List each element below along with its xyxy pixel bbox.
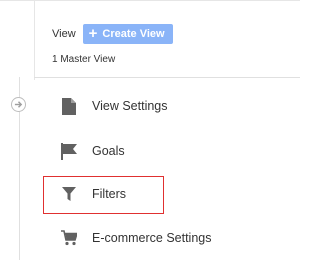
section-divider bbox=[34, 77, 300, 78]
filters-highlight-box bbox=[43, 176, 164, 214]
view-label: View bbox=[52, 28, 76, 40]
menu-item-label: E-commerce Settings bbox=[92, 231, 212, 245]
admin-view-panel: View + Create View 1 Master View View Se… bbox=[0, 0, 300, 260]
view-header-row: View + Create View bbox=[52, 24, 173, 44]
cart-icon bbox=[60, 229, 78, 247]
menu-item-label: Goals bbox=[92, 144, 125, 158]
create-view-button[interactable]: + Create View bbox=[82, 24, 173, 44]
menu-item-label: View Settings bbox=[92, 99, 168, 113]
create-view-button-label: Create View bbox=[102, 28, 165, 40]
master-view-count: 1 Master View bbox=[52, 54, 116, 65]
arrow-right-circle-icon[interactable] bbox=[11, 97, 26, 112]
menu-item-ecommerce-settings[interactable]: E-commerce Settings bbox=[60, 226, 211, 250]
plus-icon: + bbox=[88, 25, 98, 42]
column-divider bbox=[34, 0, 35, 80]
top-divider bbox=[0, 0, 300, 1]
menu-item-view-settings[interactable]: View Settings bbox=[60, 94, 168, 118]
document-icon bbox=[60, 97, 78, 115]
flag-icon bbox=[60, 142, 78, 160]
menu-item-goals[interactable]: Goals bbox=[60, 139, 125, 163]
